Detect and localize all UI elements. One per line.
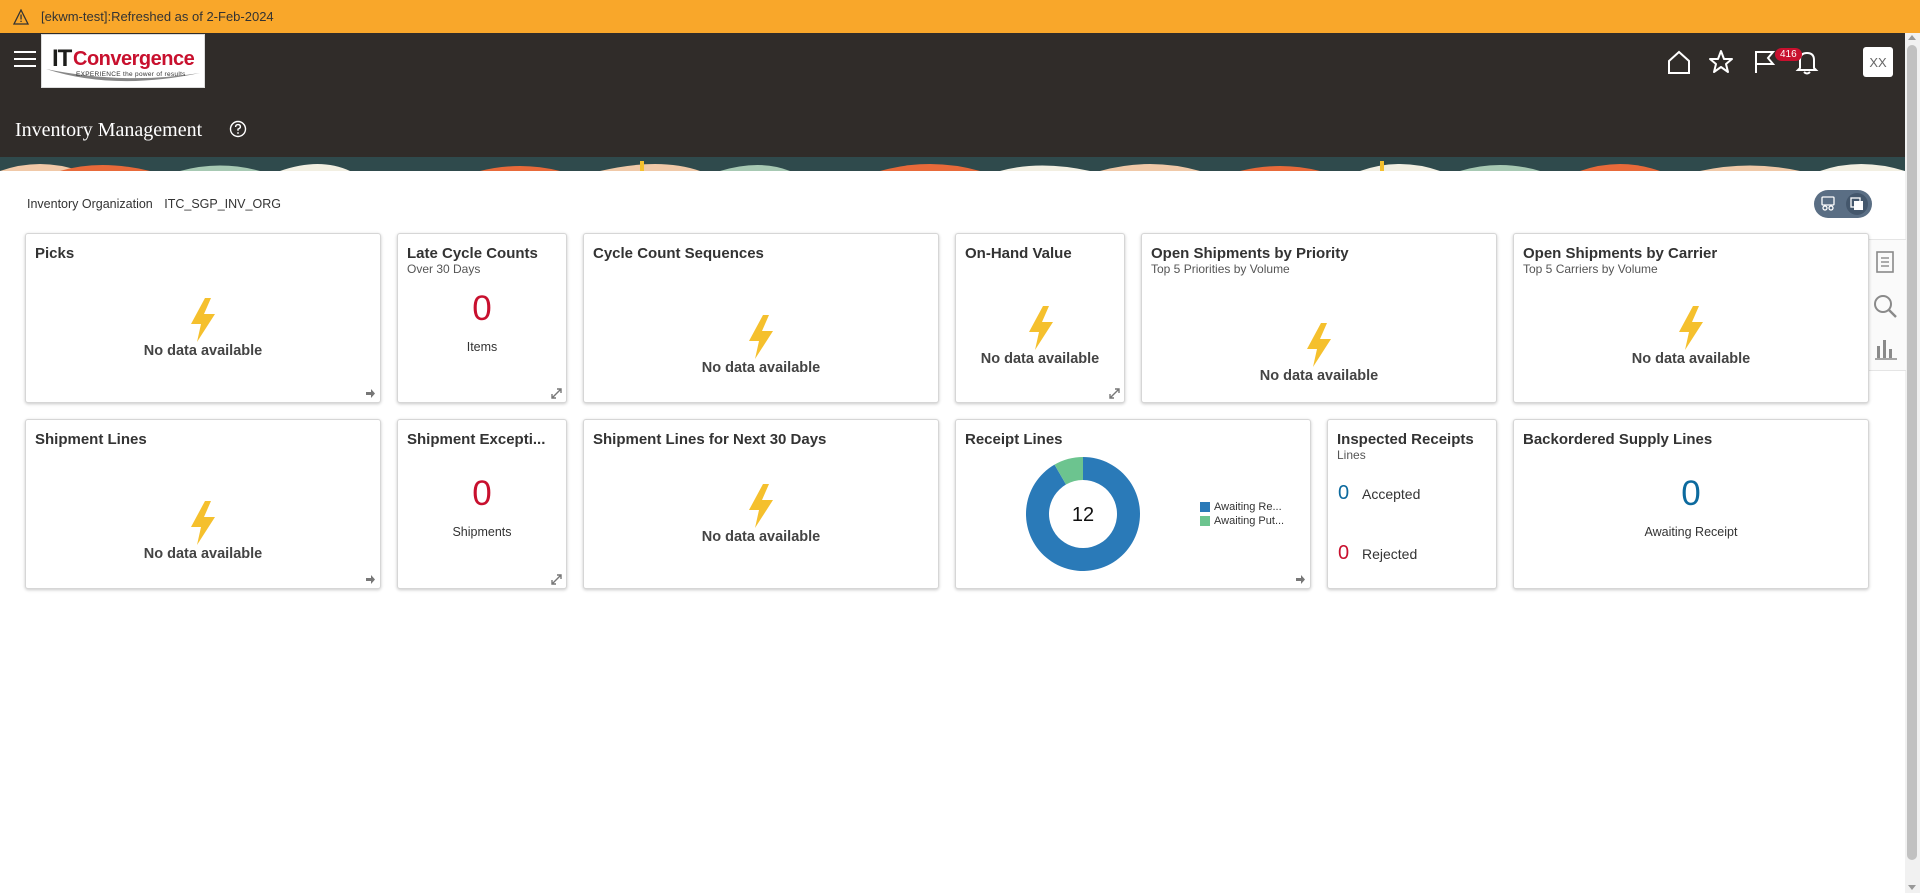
page-scrollbar[interactable] [1905, 33, 1920, 893]
donut-center-total: 12 [1072, 504, 1094, 526]
logo-tagline: EXPERIENCE the power of results [76, 71, 186, 78]
decorative-banner [0, 157, 1905, 171]
card-subtitle: Lines [1337, 448, 1366, 462]
card-subtitle: Top 5 Priorities by Volume [1151, 262, 1290, 276]
metric-value[interactable]: 0 [1514, 474, 1868, 514]
lightning-bolt-icon [749, 484, 773, 528]
legend-label: Awaiting Put... [1214, 515, 1285, 527]
no-data-message: No data available [701, 360, 821, 376]
card-title: On-Hand Value [965, 245, 1072, 262]
cycle-count-sequences-card[interactable]: Cycle Count Sequences No data available [583, 233, 939, 403]
legend-item-awaiting-putaway[interactable]: Awaiting Put... [1200, 514, 1284, 528]
card-title: Receipt Lines [965, 431, 1063, 448]
favorites-star-icon[interactable] [1706, 47, 1736, 77]
legend-item-awaiting-receipt[interactable]: Awaiting Re... [1200, 500, 1284, 514]
scroll-down-arrow-icon[interactable] [1908, 885, 1916, 890]
backordered-supply-lines-card[interactable]: Backordered Supply Lines 0 Awaiting Rece… [1513, 419, 1869, 589]
inventory-organization-filter[interactable]: Inventory Organization ITC_SGP_INV_ORG [27, 197, 281, 211]
lightning-bolt-icon [191, 501, 215, 545]
layout-copy-icon[interactable] [1846, 193, 1868, 215]
legend-label: Awaiting Re... [1214, 501, 1282, 513]
search-icon[interactable] [1871, 292, 1899, 320]
tasks-document-icon[interactable] [1871, 248, 1899, 276]
card-title: Shipment Lines [35, 431, 147, 448]
inventory-organization-value[interactable]: ITC_SGP_INV_ORG [164, 197, 281, 211]
lightning-bolt-icon [749, 315, 773, 359]
analytics-bar-chart-icon[interactable] [1871, 334, 1899, 362]
card-title: Backordered Supply Lines [1523, 431, 1713, 448]
metric-value[interactable]: 0 [398, 289, 566, 329]
company-logo[interactable]: IT Convergence EXPERIENCE the power of r… [41, 34, 205, 88]
receipt-lines-donut-chart[interactable]: 12 [1023, 454, 1143, 574]
inventory-organization-label: Inventory Organization [27, 197, 153, 211]
accepted-row[interactable]: 0 Accepted [1338, 482, 1420, 505]
card-title: Cycle Count Sequences [593, 245, 764, 262]
card-title: Late Cycle Counts [407, 245, 538, 262]
expand-icon[interactable] [551, 388, 562, 399]
accepted-count: 0 [1338, 482, 1350, 504]
navigator-menu-icon[interactable] [14, 51, 36, 69]
lightning-bolt-icon [1307, 323, 1331, 367]
page-title: Inventory Management [15, 119, 203, 141]
scrollbar-thumb[interactable] [1907, 45, 1917, 860]
metric-unit: Shipments [452, 525, 512, 539]
card-title: Open Shipments by Priority [1151, 245, 1349, 262]
home-icon[interactable] [1664, 47, 1694, 77]
user-avatar[interactable]: XX [1863, 47, 1893, 77]
no-data-message: No data available [1259, 368, 1379, 384]
open-shipments-by-priority-card[interactable]: Open Shipments by Priority Top 5 Priorit… [1141, 233, 1497, 403]
no-data-message: No data available [701, 529, 821, 545]
refresh-warning-text: [ekwm-test]:Refreshed as of 2-Feb-2024 [41, 9, 274, 24]
card-title: Shipment Excepti... [407, 431, 546, 448]
accepted-label: Accepted [1362, 485, 1421, 502]
on-hand-value-card[interactable]: On-Hand Value No data available [955, 233, 1125, 403]
lightning-bolt-icon [1029, 306, 1053, 350]
rejected-row[interactable]: 0 Rejected [1338, 542, 1417, 565]
no-data-message: No data available [143, 546, 263, 562]
metric-value[interactable]: 0 [398, 474, 566, 514]
no-data-message: No data available [1631, 351, 1751, 367]
picks-card[interactable]: Picks No data available [25, 233, 381, 403]
inspected-receipts-card[interactable]: Inspected Receipts Lines 0 Accepted 0 Re… [1327, 419, 1497, 589]
logo-name: Convergence [73, 48, 195, 70]
warning-icon [13, 8, 29, 25]
receipt-lines-card[interactable]: Receipt Lines 12 Awaiting Re... Awaiting… [955, 419, 1311, 589]
scroll-up-arrow-icon[interactable] [1908, 35, 1916, 40]
drill-arrow-icon[interactable] [1295, 574, 1306, 585]
refresh-warning-bar: [ekwm-test]:Refreshed as of 2-Feb-2024 [0, 0, 1920, 33]
lightning-bolt-icon [191, 298, 215, 342]
notification-count-badge: 416 [1775, 48, 1802, 61]
card-title: Picks [35, 245, 75, 262]
chart-legend: Awaiting Re... Awaiting Put... [1200, 500, 1284, 528]
help-icon[interactable] [229, 120, 247, 138]
lightning-bolt-icon [1679, 306, 1703, 350]
metric-unit: Items [466, 340, 498, 354]
open-shipments-by-carrier-card[interactable]: Open Shipments by Carrier Top 5 Carriers… [1513, 233, 1869, 403]
late-cycle-counts-card[interactable]: Late Cycle Counts Over 30 Days 0 Items [397, 233, 567, 403]
card-subtitle: Top 5 Carriers by Volume [1523, 262, 1658, 276]
drill-arrow-icon[interactable] [365, 388, 376, 399]
expand-icon[interactable] [1109, 388, 1120, 399]
rejected-label: Rejected [1362, 545, 1418, 562]
view-switcher [1814, 190, 1872, 218]
no-data-message: No data available [143, 343, 263, 359]
no-data-message: No data available [980, 351, 1100, 367]
logo-it: IT [52, 45, 72, 72]
card-title: Open Shipments by Carrier [1523, 245, 1718, 262]
metric-unit: Awaiting Receipt [1644, 525, 1738, 539]
card-subtitle: Over 30 Days [407, 262, 481, 276]
shipment-exceptions-card[interactable]: Shipment Excepti... 0 Shipments [397, 419, 567, 589]
card-title: Shipment Lines for Next 30 Days [593, 431, 827, 448]
change-organization-icon[interactable] [1817, 193, 1839, 215]
card-title: Inspected Receipts [1337, 431, 1474, 448]
expand-icon[interactable] [551, 574, 562, 585]
global-header: IT Convergence EXPERIENCE the power of r… [0, 33, 1905, 171]
drill-arrow-icon[interactable] [365, 574, 376, 585]
rejected-count: 0 [1338, 542, 1350, 564]
shipment-lines-next-30-days-card[interactable]: Shipment Lines for Next 30 Days No data … [583, 419, 939, 589]
shipment-lines-card[interactable]: Shipment Lines No data available [25, 419, 381, 589]
